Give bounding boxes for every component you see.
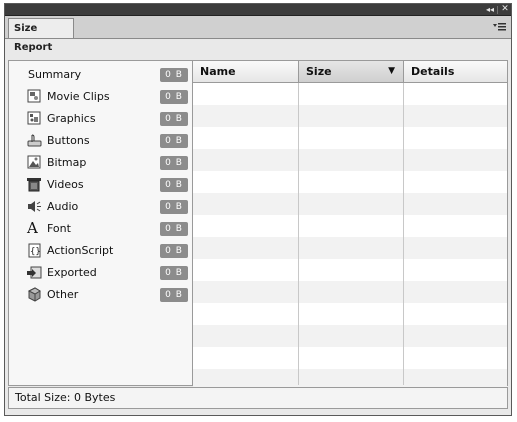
table-header: Name Size ▼ Details <box>193 61 507 83</box>
column-header-label: Name <box>200 65 236 78</box>
column-divider <box>403 83 404 385</box>
video-icon <box>27 177 42 192</box>
details-table: Name Size ▼ Details <box>193 61 507 391</box>
size-badge: 0 B <box>160 244 188 258</box>
svg-text:{}: {} <box>30 247 41 257</box>
column-header-name[interactable]: Name <box>193 61 299 82</box>
category-label: Videos <box>47 178 84 191</box>
category-videos[interactable]: Videos 0 B <box>9 175 191 195</box>
category-label: Other <box>47 288 79 301</box>
table-row <box>193 347 507 369</box>
table-row <box>193 215 507 237</box>
panel-tab-strip: Size Report <box>5 16 511 53</box>
table-body <box>193 83 507 391</box>
movie-clip-icon <box>27 89 42 104</box>
table-row <box>193 193 507 215</box>
divider: | <box>496 5 499 14</box>
font-icon: A <box>27 219 38 237</box>
size-badge: 0 B <box>160 178 188 192</box>
table-row <box>193 149 507 171</box>
audio-icon <box>27 199 42 214</box>
close-icon[interactable]: ✕ <box>500 4 510 15</box>
panel-titlebar: ◂◂ | ✕ <box>5 4 511 16</box>
table-row <box>193 237 507 259</box>
graphic-icon <box>27 111 42 126</box>
size-badge: 0 B <box>160 266 188 280</box>
size-badge: 0 B <box>160 68 188 82</box>
column-header-label: Size <box>306 65 332 78</box>
table-row <box>193 83 507 105</box>
category-other[interactable]: Other 0 B <box>9 285 191 305</box>
table-row <box>193 325 507 347</box>
table-row <box>193 127 507 149</box>
category-label: Font <box>47 222 71 235</box>
category-label: Summary <box>28 68 82 81</box>
bitmap-icon <box>27 155 42 170</box>
category-font[interactable]: A Font 0 B <box>9 219 191 239</box>
size-badge: 0 B <box>160 156 188 170</box>
column-header-details[interactable]: Details <box>404 61 507 82</box>
category-audio[interactable]: Audio 0 B <box>9 197 191 217</box>
category-movie-clips[interactable]: Movie Clips 0 B <box>9 87 191 107</box>
actionscript-icon: {} <box>27 243 42 258</box>
table-row <box>193 171 507 193</box>
category-graphics[interactable]: Graphics 0 B <box>9 109 191 129</box>
report-content: Summary 0 B Movie Clips 0 B Graphics 0 B <box>8 60 508 391</box>
category-label: Bitmap <box>47 156 87 169</box>
category-label: Exported <box>47 266 97 279</box>
size-badge: 0 B <box>160 134 188 148</box>
button-icon <box>27 133 42 148</box>
size-badge: 0 B <box>160 200 188 214</box>
category-buttons[interactable]: Buttons 0 B <box>9 131 191 151</box>
size-badge: 0 B <box>160 90 188 104</box>
size-report-panel: ◂◂ | ✕ Size Report Summary 0 B Movie Cli… <box>4 3 512 416</box>
tab-size-report[interactable]: Size Report <box>8 18 74 53</box>
category-label: Audio <box>47 200 79 213</box>
table-row <box>193 105 507 127</box>
column-divider <box>298 83 299 385</box>
other-icon <box>27 287 42 302</box>
size-badge: 0 B <box>160 288 188 302</box>
status-bar: Total Size: 0 Bytes <box>8 387 508 409</box>
category-exported[interactable]: Exported 0 B <box>9 263 191 283</box>
category-list: Summary 0 B Movie Clips 0 B Graphics 0 B <box>9 61 193 385</box>
category-label: Movie Clips <box>47 90 110 103</box>
table-row <box>193 259 507 281</box>
total-size-label: Total Size: 0 Bytes <box>15 391 116 404</box>
size-badge: 0 B <box>160 222 188 236</box>
size-badge: 0 B <box>160 112 188 126</box>
exported-icon <box>27 265 42 280</box>
sort-descending-icon: ▼ <box>388 66 395 76</box>
category-label: ActionScript <box>47 244 114 257</box>
category-actionscript[interactable]: {} ActionScript 0 B <box>9 241 191 261</box>
column-header-label: Details <box>411 65 455 78</box>
double-chevron-right-icon[interactable]: ◂◂ <box>485 4 495 15</box>
table-row <box>193 281 507 303</box>
column-header-size[interactable]: Size ▼ <box>299 61 404 82</box>
panel-menu-icon[interactable] <box>493 21 507 33</box>
table-row <box>193 303 507 325</box>
category-summary[interactable]: Summary 0 B <box>9 65 191 85</box>
category-label: Buttons <box>47 134 90 147</box>
category-bitmap[interactable]: Bitmap 0 B <box>9 153 191 173</box>
category-label: Graphics <box>47 112 96 125</box>
